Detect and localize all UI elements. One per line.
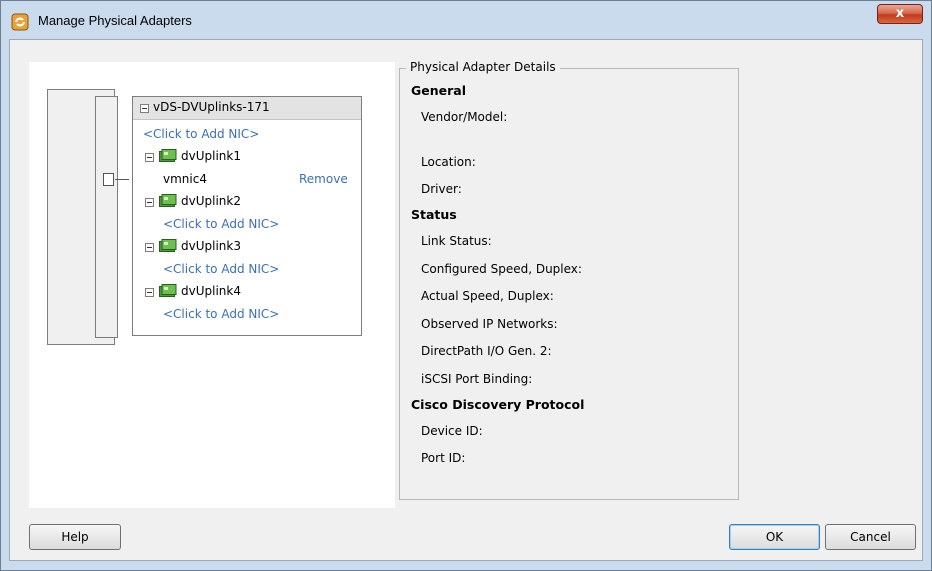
- nic-card-icon: [159, 149, 177, 163]
- help-button[interactable]: Help: [29, 524, 121, 550]
- configured-speed-label: Configured Speed, Duplex:: [421, 262, 582, 276]
- uplink-group-box: vDS-DVUplinks-171 <Click to Add NIC> dvU…: [132, 96, 362, 336]
- physical-adapter-details-group: Physical Adapter Details General Vendor/…: [399, 60, 739, 500]
- manage-physical-adapters-window: Manage Physical Adapters x vDS-DVUplinks…: [0, 0, 932, 571]
- uplink-diagram-panel: vDS-DVUplinks-171 <Click to Add NIC> dvU…: [29, 62, 395, 508]
- details-legend: Physical Adapter Details: [406, 60, 560, 74]
- actual-speed-label: Actual Speed, Duplex:: [421, 289, 554, 303]
- nic-card-icon: [159, 194, 177, 208]
- uplink-name[interactable]: dvUplink3: [181, 239, 241, 253]
- uplink-group-header[interactable]: vDS-DVUplinks-171: [133, 97, 361, 120]
- cancel-button[interactable]: Cancel: [825, 524, 916, 550]
- collapse-icon[interactable]: [145, 288, 154, 297]
- connector-line: [115, 179, 129, 180]
- driver-label: Driver:: [421, 182, 462, 196]
- collapse-icon[interactable]: [145, 198, 154, 207]
- uplink-name[interactable]: dvUplink2: [181, 194, 241, 208]
- host-frame: [47, 89, 118, 345]
- remove-nic-link[interactable]: Remove: [299, 172, 348, 186]
- dialog-client-area: vDS-DVUplinks-171 <Click to Add NIC> dvU…: [9, 39, 923, 561]
- uplink-name[interactable]: dvUplink4: [181, 284, 241, 298]
- window-title: Manage Physical Adapters: [38, 13, 192, 28]
- uplink-name[interactable]: dvUplink1: [181, 149, 241, 163]
- port-id-label: Port ID:: [421, 451, 466, 465]
- cdp-heading: Cisco Discovery Protocol: [411, 397, 585, 412]
- add-nic-link[interactable]: <Click to Add NIC>: [143, 127, 259, 141]
- observed-ip-label: Observed IP Networks:: [421, 317, 558, 331]
- iscsi-port-binding-label: iSCSI Port Binding:: [421, 372, 533, 386]
- close-icon: x: [895, 6, 905, 21]
- link-status-label: Link Status:: [421, 234, 492, 248]
- switch-name: vDS-DVUplinks-171: [153, 100, 270, 114]
- collapse-icon[interactable]: [145, 153, 154, 162]
- host-port-column: [95, 96, 118, 338]
- vendor-model-label: Vendor/Model:: [421, 110, 508, 124]
- title-bar[interactable]: Manage Physical Adapters x: [1, 1, 931, 41]
- nic-card-icon: [159, 239, 177, 253]
- add-nic-link[interactable]: <Click to Add NIC>: [163, 217, 279, 231]
- ok-button[interactable]: OK: [729, 524, 820, 550]
- uplink-port-icon: [103, 173, 114, 186]
- nic-card-icon: [159, 284, 177, 298]
- status-heading: Status: [411, 207, 457, 222]
- vsphere-app-icon: [11, 13, 29, 31]
- device-id-label: Device ID:: [421, 424, 483, 438]
- close-button[interactable]: x: [877, 4, 923, 24]
- nic-name[interactable]: vmnic4: [163, 172, 207, 186]
- general-heading: General: [411, 83, 466, 98]
- directpath-label: DirectPath I/O Gen. 2:: [421, 344, 552, 358]
- collapse-icon[interactable]: [140, 104, 149, 113]
- location-label: Location:: [421, 155, 476, 169]
- collapse-icon[interactable]: [145, 243, 154, 252]
- add-nic-link[interactable]: <Click to Add NIC>: [163, 307, 279, 321]
- add-nic-link[interactable]: <Click to Add NIC>: [163, 262, 279, 276]
